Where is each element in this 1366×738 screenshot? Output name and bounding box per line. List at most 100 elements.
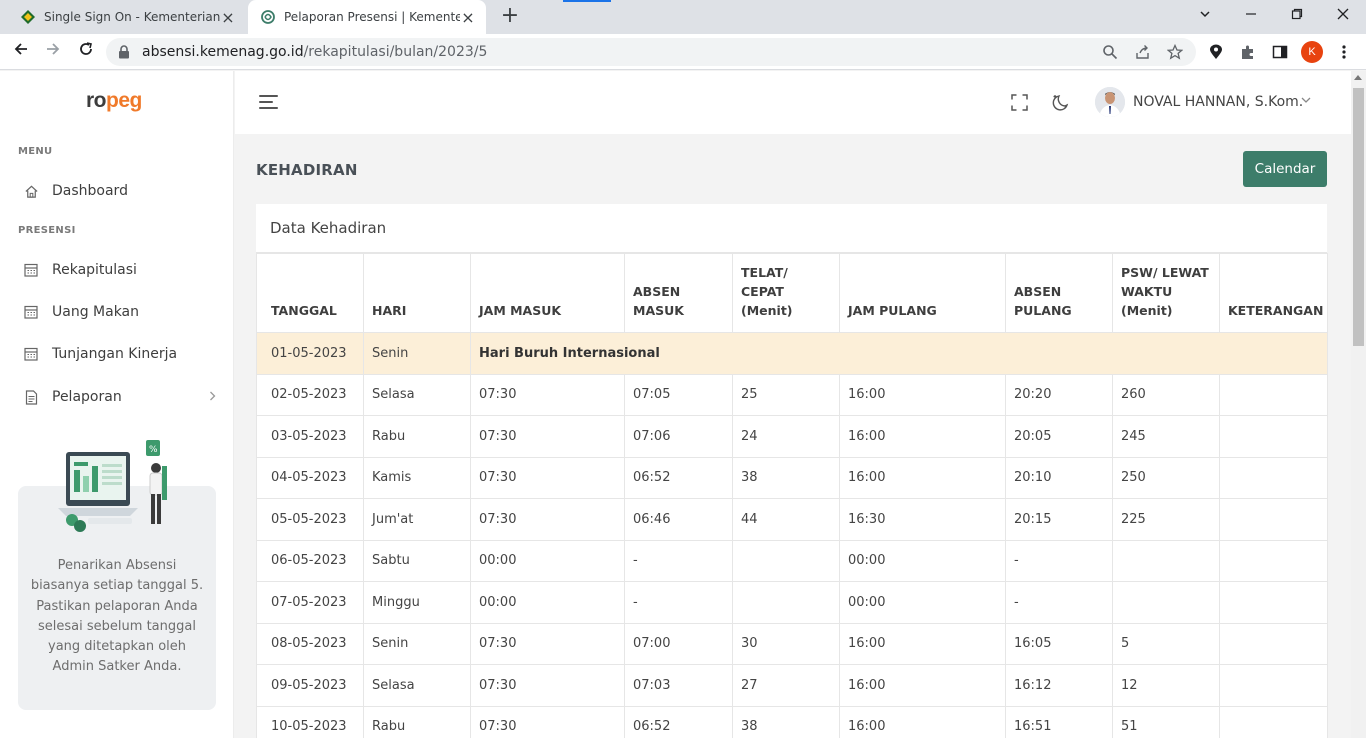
cell-telat-cepat: 27 [732,664,840,707]
cell-jam-pulang: 16:00 [839,664,1006,707]
cell-absen-pulang: 16:51 [1005,705,1113,738]
cell-absen-masuk: - [624,581,733,624]
back-icon[interactable] [9,40,33,64]
address-bar[interactable]: absensi.kemenag.go.id/rekapitulasi/bulan… [106,38,1196,66]
extension-location-icon[interactable] [1206,42,1226,62]
ropeg-logo[interactable]: ropeg [86,89,142,113]
card-title: Data Kehadiran [270,219,387,237]
cell-keterangan [1219,539,1328,582]
column-header: TELAT/ CEPAT (Menit) [732,253,840,333]
cell-absen-pulang: 20:05 [1005,415,1113,458]
new-tab-button[interactable]: + [498,5,522,29]
cell-keterangan [1219,581,1328,624]
cell-telat-cepat: 38 [732,456,840,499]
side-panel-icon[interactable] [1270,42,1290,62]
cell-hari: Selasa [363,664,471,707]
kemenag-logo-icon [20,9,36,25]
cell-jam-pulang: 16:00 [839,373,1006,416]
minimize-icon[interactable] [1237,4,1265,28]
cell-absen-pulang: 20:15 [1005,498,1113,541]
cell-telat-cepat: 25 [732,373,840,416]
bookmark-star-icon[interactable] [1165,42,1185,62]
cell-psw-lewat: 250 [1112,456,1220,499]
cell-hari: Sabtu [363,539,471,582]
cell-hari: Senin [363,622,471,665]
close-tab-icon[interactable]: × [220,8,236,27]
cell-jam-pulang: 16:00 [839,705,1006,738]
column-header: ABSEN MASUK [624,253,733,333]
avatar[interactable] [1095,87,1125,117]
svg-text:%: % [149,445,158,455]
fullscreen-icon[interactable] [1009,92,1029,112]
cell-psw-lewat: 245 [1112,415,1220,458]
restore-icon[interactable] [1283,4,1311,28]
calendar-button[interactable]: Calendar [1243,151,1327,187]
calendar-icon [22,345,40,363]
cell-jam-masuk: 00:00 [470,581,625,624]
cell-absen-masuk: 07:00 [624,622,733,665]
sidebar-item-rekapitulasi[interactable]: Rekapitulasi [18,256,218,284]
tab-search-icon[interactable] [1191,4,1219,28]
close-tab-icon[interactable]: × [460,8,476,27]
cell-psw-lewat: 5 [1112,622,1220,665]
column-header: ABSEN PULANG [1005,253,1113,333]
chevron-right-icon [209,390,216,404]
cell-tanggal: 04-05-2023 [256,456,364,499]
hamburger-menu-icon[interactable] [259,95,278,109]
close-window-icon[interactable] [1329,4,1357,28]
column-header: PSW/ LEWAT WAKTU (Menit) [1112,253,1220,333]
cell-jam-masuk: 07:30 [470,664,625,707]
cell-absen-pulang: - [1005,581,1113,624]
app-header: NOVAL HANNAN, S.Kom. [235,71,1351,134]
calendar-icon [22,303,40,321]
share-icon[interactable] [1133,42,1153,62]
cell-keterangan [1219,373,1328,416]
cell-psw-lewat [1112,581,1220,624]
cell-absen-pulang: 16:12 [1005,664,1113,707]
tab-title: Pelaporan Presensi | Kementerian Agama [284,10,460,24]
table-row: 04-05-2023 Kamis 07:30 06:52 38 16:00 20… [256,456,1328,499]
cell-tanggal: 06-05-2023 [256,539,364,582]
table-row: 07-05-2023 Minggu 00:00 - 00:00 - [256,581,1328,624]
cell-psw-lewat: 260 [1112,373,1220,416]
cell-jam-pulang: 16:00 [839,415,1006,458]
cell-jam-masuk: 07:30 [470,705,625,738]
profile-avatar[interactable]: K [1301,41,1323,63]
dark-mode-moon-icon[interactable] [1051,92,1071,112]
cell-tanggal: 01-05-2023 [256,332,364,375]
more-menu-icon[interactable] [1334,42,1354,62]
user-name[interactable]: NOVAL HANNAN, S.Kom. [1133,94,1303,110]
scroll-up-arrow-icon[interactable] [1354,75,1362,80]
forward-icon[interactable] [41,40,65,64]
reload-icon[interactable] [74,40,98,64]
cell-jam-masuk: 07:30 [470,415,625,458]
table-row: 02-05-2023 Selasa 07:30 07:05 25 16:00 2… [256,373,1328,416]
sidebar-item-dashboard[interactable]: Dashboard [18,177,218,205]
sidebar-item-label: Tunjangan Kinerja [52,346,178,362]
cell-jam-pulang: 00:00 [839,581,1006,624]
table-row: 09-05-2023 Selasa 07:30 07:03 27 16:00 1… [256,664,1328,707]
chevron-down-icon[interactable] [1301,93,1311,107]
cell-telat-cepat: 44 [732,498,840,541]
sidebar-item-uang-makan[interactable]: Uang Makan [18,298,218,326]
sidebar-item-pelaporan[interactable]: Pelaporan [18,383,218,411]
scrollbar-thumb[interactable] [1353,88,1364,346]
cell-keterangan [1219,498,1328,541]
table-row: 05-05-2023 Jum'at 07:30 06:46 44 16:30 2… [256,498,1328,541]
cell-holiday-note: Hari Buruh Internasional [470,332,1328,375]
extensions-puzzle-icon[interactable] [1238,42,1258,62]
cell-jam-masuk: 07:30 [470,498,625,541]
sidebar-item-label: Pelaporan [52,389,122,405]
browser-tab-sso[interactable]: Single Sign On - Kementerian Agama × [8,0,246,34]
browser-tab-presensi[interactable]: Pelaporan Presensi | Kementerian Agama × [248,0,486,34]
table-row: 03-05-2023 Rabu 07:30 07:06 24 16:00 20:… [256,415,1328,458]
attendance-card: Data Kehadiran TANGGAL HARI JAM MASUK AB… [256,204,1328,738]
browser-toolbar: absensi.kemenag.go.id/rekapitulasi/bulan… [0,34,1366,70]
cell-absen-masuk: 06:52 [624,705,733,738]
sidebar-item-tunjangan-kinerja[interactable]: Tunjangan Kinerja [18,340,218,368]
cell-jam-pulang: 16:00 [839,622,1006,665]
page-scrollbar[interactable] [1351,71,1366,738]
zoom-icon[interactable] [1100,42,1120,62]
table-header-row: TANGGAL HARI JAM MASUK ABSEN MASUK TELAT… [256,253,1328,333]
cell-telat-cepat: 38 [732,705,840,738]
